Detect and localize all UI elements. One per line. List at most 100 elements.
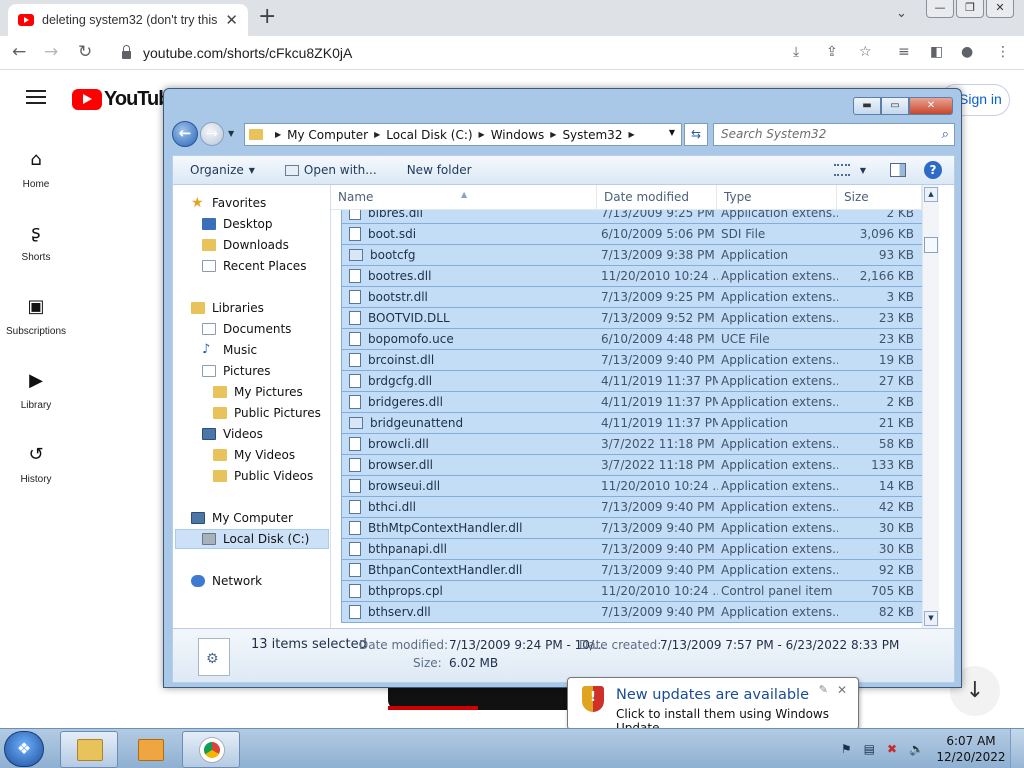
nav-item-desktop[interactable]: Desktop (202, 214, 273, 234)
install-icon[interactable]: ⤓ (793, 44, 799, 60)
nav-item-videos[interactable]: Videos (202, 424, 263, 444)
nav-item-public-pictures[interactable]: Public Pictures (213, 403, 321, 423)
nav-item-music[interactable]: ♪ Music (202, 340, 257, 360)
view-dropdown-icon[interactable]: ▼ (860, 166, 866, 175)
file-row[interactable]: BthMtpContextHandler.dll 7/13/2009 9:40 P… (341, 518, 926, 539)
scrollbar-thumb[interactable] (924, 237, 938, 253)
scroll-up-icon[interactable]: ▲ (924, 187, 938, 202)
file-row[interactable]: bthci.dll 7/13/2009 9:40 PM Application ex… (341, 497, 926, 518)
file-row[interactable]: boot.sdi 6/10/2009 5:06 PM SDI File 3,096 K… (341, 224, 926, 245)
back-arrow-icon[interactable]: ← (12, 42, 26, 62)
recent-pages-dropdown-icon[interactable]: ▼ (228, 129, 234, 138)
tab-search-icon[interactable]: ⌄ (896, 6, 907, 21)
file-row[interactable]: bridgeunattend 4/11/2019 11:37 PM Applicat… (341, 413, 926, 434)
nav-item-documents[interactable]: Documents (202, 319, 291, 339)
sidebar-item-library[interactable]: ▶ Library (0, 371, 72, 412)
file-row[interactable]: BOOTVID.DLL 7/13/2009 9:52 PM Application … (341, 308, 926, 329)
preview-pane-icon[interactable] (890, 163, 906, 177)
file-row[interactable]: bthpanapi.dll 7/13/2009 9:40 PM Applicatio… (341, 539, 926, 560)
explorer-close-icon[interactable]: ✕ (909, 97, 953, 115)
action-center-icon[interactable]: ✖ (887, 742, 897, 756)
browser-tab[interactable]: deleting system32 (don't try this ✕ (8, 4, 248, 36)
nav-item-public-videos[interactable]: Public Videos (213, 466, 313, 486)
column-header-size[interactable]: Size (837, 185, 922, 210)
nav-item-downloads[interactable]: Downloads (202, 235, 289, 255)
nav-item-libraries[interactable]: Libraries (191, 298, 264, 318)
nav-item-network[interactable]: Network (191, 571, 262, 591)
file-row[interactable]: bopomofo.uce 6/10/2009 4:48 PM UCE File 23 … (341, 329, 926, 350)
media-control-icon[interactable]: ≡ (898, 44, 910, 60)
update-notification[interactable]: ! New updates are available Click to ins… (567, 677, 859, 739)
reload-icon[interactable]: ↻ (78, 42, 92, 62)
file-row[interactable]: bridgeres.dll 4/11/2019 11:37 PM Applicati… (341, 392, 926, 413)
organize-button[interactable]: Organize ▼ (190, 163, 255, 177)
restore-icon[interactable]: ❐ (956, 0, 984, 18)
address-bar[interactable]: youtube.com/shorts/cFkcu8ZK0jA (112, 40, 884, 66)
help-icon[interactable]: ? (924, 161, 942, 179)
refresh-icon[interactable]: ⇆ (684, 123, 708, 146)
column-header-type[interactable]: Type (717, 185, 837, 210)
file-row[interactable]: browseui.dll 11/20/2010 10:24 ... Applicat… (341, 476, 926, 497)
open-with-button[interactable]: Open with... (284, 163, 377, 177)
breadcrumb-item[interactable]: Local Disk (C:) (386, 128, 472, 142)
explorer-minimize-icon[interactable]: ▬ (853, 97, 881, 115)
file-row[interactable]: brdgcfg.dll 4/11/2019 11:37 PM Application… (341, 371, 926, 392)
file-row[interactable]: BthpanContextHandler.dll 7/13/2009 9:40 P… (341, 560, 926, 581)
search-input[interactable]: Search System32 ⌕ (713, 123, 955, 146)
change-view-icon[interactable] (833, 164, 850, 176)
file-row[interactable]: bootstr.dll 7/13/2009 9:25 PM Application … (341, 287, 926, 308)
options-icon[interactable]: ✎ (819, 683, 828, 696)
nav-item-pictures[interactable]: Pictures (202, 361, 271, 381)
clock[interactable]: 6:07 AM 12/20/2022 (936, 733, 1006, 765)
taskbar-media-player[interactable] (121, 731, 179, 768)
windows-update-tray-icon[interactable]: ⚑ (841, 742, 852, 756)
file-row[interactable]: bthserv.dll 7/13/2009 9:40 PM Application … (341, 602, 926, 623)
file-row[interactable]: brcoinst.dll 7/13/2009 9:40 PM Application… (341, 350, 926, 371)
taskbar-chrome[interactable] (182, 731, 240, 768)
new-tab-button[interactable]: + (258, 4, 276, 30)
share-icon[interactable]: ⇪ (826, 44, 838, 60)
minimize-icon[interactable]: — (926, 0, 954, 18)
explorer-back-icon[interactable]: ← (172, 121, 198, 147)
nav-item-local-disk[interactable]: Local Disk (C:) (175, 529, 329, 549)
breadcrumb-item[interactable]: My Computer (287, 128, 368, 142)
nav-item-recent-places[interactable]: Recent Places (202, 256, 306, 276)
hamburger-menu-icon[interactable] (26, 90, 46, 104)
sidebar-item-subscriptions[interactable]: ▣ Subscriptions (0, 297, 72, 338)
column-header-name[interactable]: Name ▲ (331, 185, 597, 210)
breadcrumb-item[interactable]: Windows (491, 128, 545, 142)
profile-avatar-icon[interactable]: ● (961, 44, 973, 60)
tab-close-icon[interactable]: ✕ (225, 11, 238, 29)
search-icon[interactable]: ⌕ (942, 124, 949, 145)
nav-item-my-pictures[interactable]: My Pictures (213, 382, 303, 402)
column-header-date[interactable]: Date modified (597, 185, 717, 210)
side-panel-icon[interactable]: ◧ (930, 44, 943, 60)
explorer-address-bar[interactable]: ▶ My Computer ▶ Local Disk (C:) ▶ Window… (244, 123, 682, 146)
nav-item-favorites[interactable]: ★ Favorites (191, 193, 266, 213)
new-folder-button[interactable]: New folder (407, 163, 472, 177)
sidebar-item-shorts[interactable]: ʂ Shorts (0, 223, 72, 264)
file-row[interactable]: bthprops.cpl 11/20/2010 10:24 ... Control … (341, 581, 926, 602)
nav-item-my-computer[interactable]: My Computer (191, 508, 293, 528)
forward-arrow-icon[interactable]: → (44, 42, 58, 62)
start-button-icon[interactable]: ❖ (4, 731, 44, 767)
sidebar-item-history[interactable]: ↺ History (0, 445, 72, 486)
volume-icon[interactable]: 🔈 (909, 742, 924, 756)
notification-close-icon[interactable]: ✕ (837, 683, 847, 697)
breadcrumb-item[interactable]: System32 (562, 128, 622, 142)
sidebar-item-home[interactable]: ⌂ Home (0, 150, 72, 191)
menu-dots-icon[interactable]: ⋮ (996, 44, 1010, 60)
address-history-dropdown-icon[interactable]: ▼ (669, 128, 675, 137)
nav-item-my-videos[interactable]: My Videos (213, 445, 295, 465)
file-row[interactable]: bootres.dll 11/20/2010 10:24 ... Applicati… (341, 266, 926, 287)
close-icon[interactable]: ✕ (986, 0, 1014, 18)
taskbar-explorer[interactable] (60, 731, 118, 768)
bookmark-star-icon[interactable]: ☆ (859, 44, 872, 60)
file-row[interactable]: bootcfg 7/13/2009 9:38 PM Application 93 KB (341, 245, 926, 266)
shorts-video-player[interactable] (388, 686, 568, 710)
file-row[interactable]: browcli.dll 3/7/2022 11:18 PM Application … (341, 434, 926, 455)
explorer-forward-icon[interactable]: → (200, 122, 224, 146)
vertical-scrollbar[interactable]: ▲ ▼ (922, 185, 939, 628)
explorer-maximize-icon[interactable]: ▭ (881, 97, 909, 115)
file-row[interactable]: browser.dll 3/7/2022 11:18 PM Application … (341, 455, 926, 476)
